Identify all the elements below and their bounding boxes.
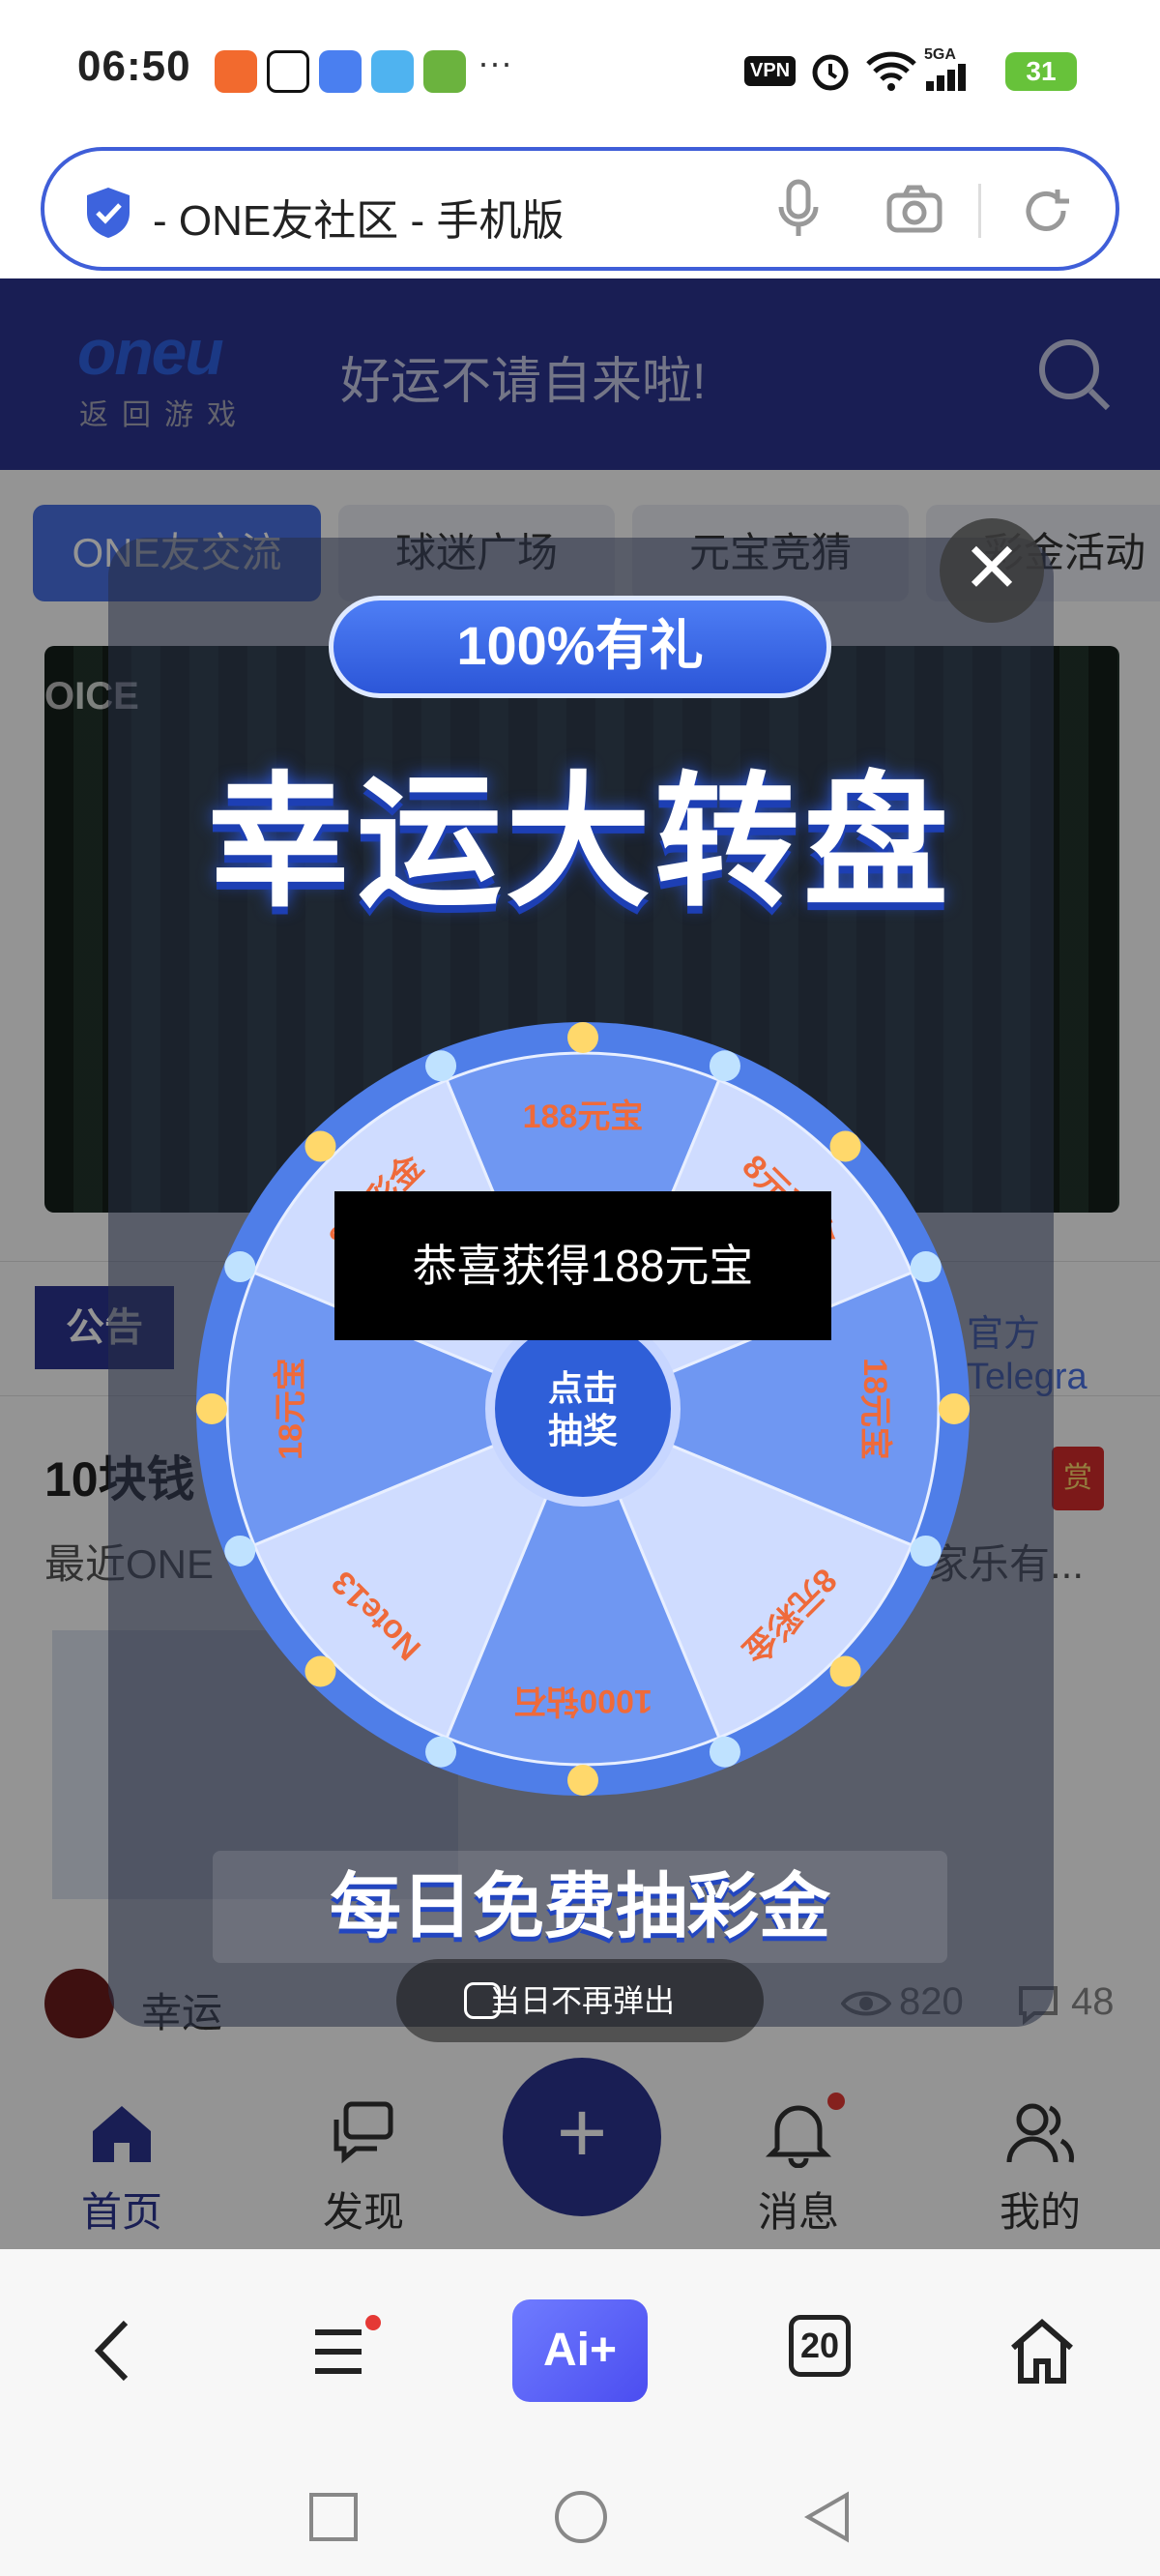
wheel-light (224, 1251, 256, 1283)
system-back-icon[interactable] (800, 2489, 855, 2545)
signal-icon (926, 64, 969, 91)
clock: 06:50 (77, 43, 191, 90)
recents-icon[interactable] (307, 2491, 360, 2543)
prize-label: 188元宝 (523, 1098, 644, 1135)
menu-icon[interactable] (309, 2323, 367, 2381)
status-bar: 06:50 ··· VPN 5GA 31 (0, 0, 1160, 140)
camera-icon[interactable] (885, 184, 943, 234)
vpn-badge: VPN (744, 56, 797, 86)
wheel-light (829, 1655, 861, 1687)
close-button[interactable]: ✕ (940, 518, 1044, 623)
wheel-light (224, 1535, 256, 1566)
wheel-light (709, 1736, 740, 1768)
draw-button[interactable] (485, 1311, 681, 1507)
dont-show-today[interactable]: 当日不再弹出 (396, 1959, 764, 2042)
wheel-light (829, 1130, 861, 1162)
draw-button-line1: 点击 (548, 1368, 618, 1408)
network-type: 5GA (924, 46, 956, 63)
draw-button-line2: 抽奖 (548, 1411, 618, 1450)
wheel-light (425, 1050, 457, 1082)
shield-app-icon (319, 50, 362, 93)
dont-show-label: 当日不再弹出 (489, 1983, 676, 2018)
shield-check-icon (87, 188, 130, 238)
result-toast: 恭喜获得188元宝 (334, 1191, 831, 1340)
wheel-title: 幸运大转盘 (207, 761, 952, 923)
home-page-icon[interactable] (1007, 2317, 1077, 2386)
refresh-icon[interactable] (1019, 184, 1073, 238)
divider (978, 184, 981, 238)
wheel-light (425, 1736, 457, 1768)
wheel-light (910, 1251, 942, 1283)
wheel-light (709, 1050, 740, 1082)
wheel-light (196, 1393, 227, 1424)
wheel-light (567, 1765, 598, 1796)
prize-wheel[interactable]: 188元宝8元彩金18元宝8元彩金1000钻石Note1318元宝8元彩金 点击… (193, 1019, 972, 1799)
app-notification-icon (215, 50, 257, 93)
wheel-light (304, 1130, 336, 1162)
page-title: - ONE友社区 - 手机版 (153, 197, 565, 245)
tabs-button[interactable]: 20 (789, 2315, 851, 2377)
address-bar[interactable]: - ONE友社区 - 手机版 (41, 147, 1119, 271)
wheel-light (939, 1393, 970, 1424)
screen: { "status": {"time": "06:50", "more": "·… (0, 0, 1160, 2576)
wheel-light (567, 1022, 598, 1053)
more-notifications: ··· (478, 43, 512, 82)
back-icon[interactable] (89, 2317, 139, 2385)
microphone-icon[interactable] (777, 178, 820, 240)
daily-free-banner: 每日免费抽彩金 (213, 1851, 947, 1963)
battery-indicator: 31 (1005, 52, 1077, 91)
alarm-icon (812, 54, 849, 91)
ai-assistant-button[interactable]: Ai+ (512, 2299, 648, 2402)
prize-label: 18元宝 (856, 1358, 893, 1460)
wifi-icon (866, 51, 916, 91)
menu-badge (365, 2315, 381, 2330)
gift-badge-text: 100%有礼 (456, 615, 704, 676)
weather-icon (371, 50, 414, 93)
prize-label: 18元宝 (273, 1358, 309, 1460)
wheel-light (304, 1655, 336, 1687)
wheel-light (910, 1535, 942, 1566)
system-nav-bar (0, 2452, 1160, 2576)
game-app-icon (423, 50, 466, 93)
gift-badge: 100%有礼 (329, 596, 831, 698)
home-circle-icon[interactable] (553, 2489, 609, 2545)
gesture-icon (267, 50, 309, 93)
prize-label: 1000钻石 (513, 1683, 652, 1719)
browser-toolbar: Ai+ 20 (0, 2249, 1160, 2452)
dont-show-checkbox[interactable] (464, 1982, 501, 2019)
